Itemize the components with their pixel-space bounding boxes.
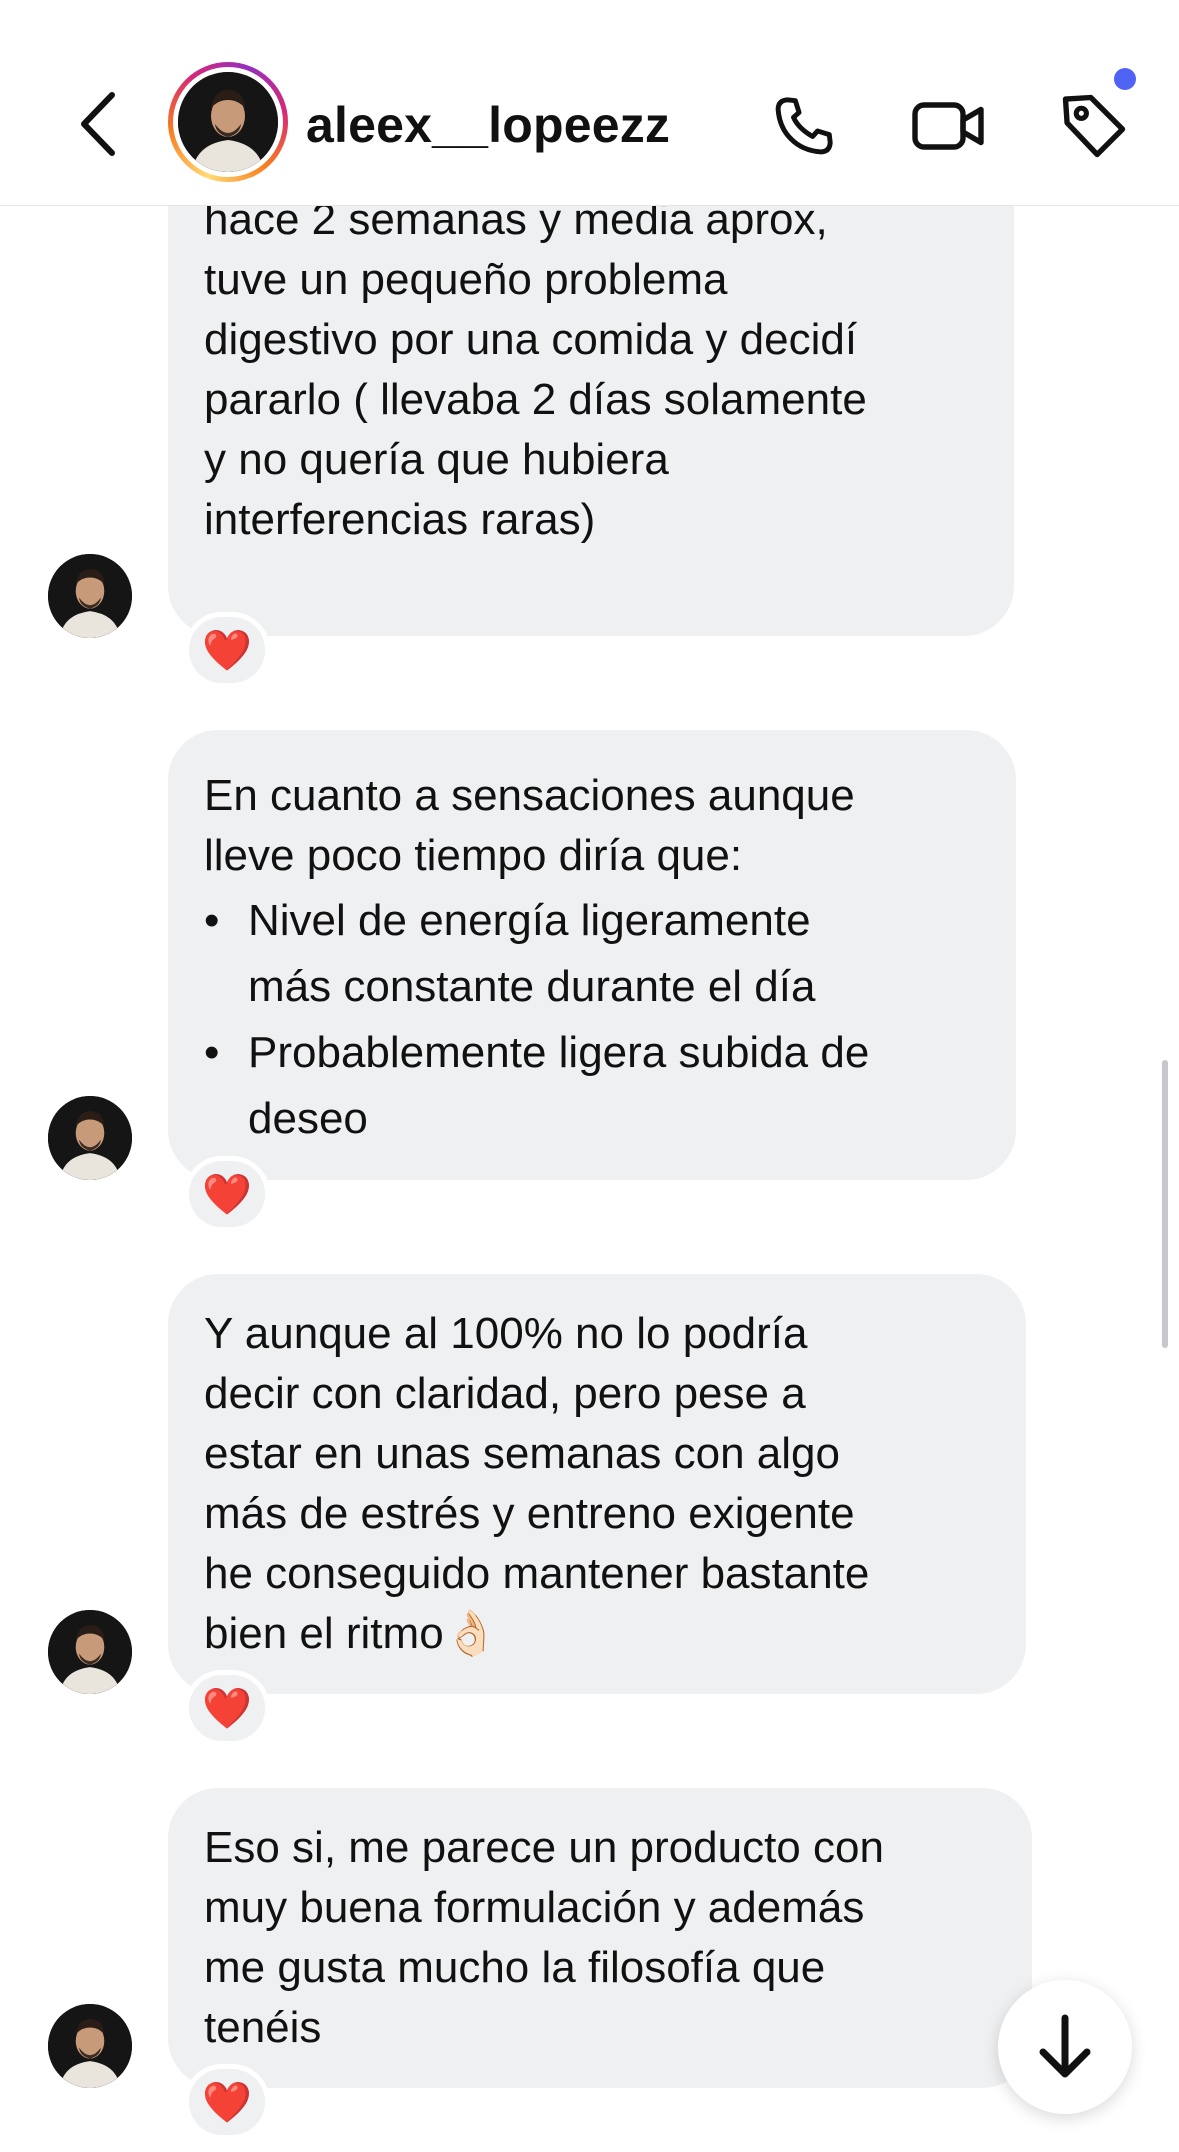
chat-username[interactable]: aleex__lopeezz — [306, 96, 670, 154]
heart-reaction-icon: ❤️ — [202, 628, 252, 673]
heart-reaction-icon: ❤️ — [202, 1172, 252, 1217]
back-button[interactable] — [68, 84, 128, 164]
tag-button[interactable] — [1052, 84, 1136, 168]
message-reaction[interactable]: ❤️ — [184, 2064, 270, 2140]
arrow-down-icon — [1039, 2014, 1091, 2078]
scrollbar[interactable] — [1162, 1060, 1168, 1348]
heart-reaction-icon: ❤️ — [202, 1686, 252, 1731]
chat-header: aleex__lopeezz — [0, 0, 1179, 206]
message-reaction[interactable]: ❤️ — [184, 612, 270, 688]
message-bubble[interactable]: Y aunque al 100% no lo podría decir con … — [168, 1274, 1026, 1694]
sender-avatar[interactable] — [48, 554, 132, 638]
heart-reaction-icon: ❤️ — [202, 2080, 252, 2125]
message-reaction[interactable]: ❤️ — [184, 1156, 270, 1232]
message-text: En cuanto a sensaciones aunque lleve poc… — [204, 771, 855, 880]
sender-avatar[interactable] — [48, 1096, 132, 1180]
sender-avatar[interactable] — [48, 1610, 132, 1694]
video-camera-icon — [912, 102, 984, 150]
chevron-left-icon — [81, 92, 115, 156]
message-reaction[interactable]: ❤️ — [184, 1670, 270, 1746]
message-text: Te pongo al día!! Empecé a usarlo hace 2… — [204, 150, 872, 544]
scroll-to-bottom-button[interactable] — [998, 1980, 1132, 2114]
sender-avatar[interactable] — [48, 2004, 132, 2088]
message-bullet-list: Nivel de energía ligeramente más constan… — [204, 888, 980, 1152]
notification-dot — [1114, 68, 1136, 90]
call-button[interactable] — [762, 84, 846, 168]
bullet-item: Nivel de energía ligeramente más constan… — [204, 888, 980, 1020]
message-text: Y aunque al 100% no lo podría decir con … — [204, 1309, 870, 1658]
message-bubble[interactable]: En cuanto a sensaciones aunque lleve poc… — [168, 730, 1016, 1180]
profile-avatar[interactable] — [168, 62, 288, 182]
phone-icon — [775, 97, 833, 155]
avatar-photo — [178, 72, 278, 172]
message-text: Eso si, me parece un producto con muy bu… — [204, 1823, 884, 2052]
message-bubble[interactable]: Eso si, me parece un producto con muy bu… — [168, 1788, 1032, 2088]
bullet-item: Probablemente ligera subida de deseo — [204, 1020, 980, 1152]
message-bubble[interactable]: Te pongo al día!! Empecé a usarlo hace 2… — [168, 150, 1014, 636]
video-call-button[interactable] — [906, 84, 990, 168]
tag-icon — [1062, 94, 1126, 158]
